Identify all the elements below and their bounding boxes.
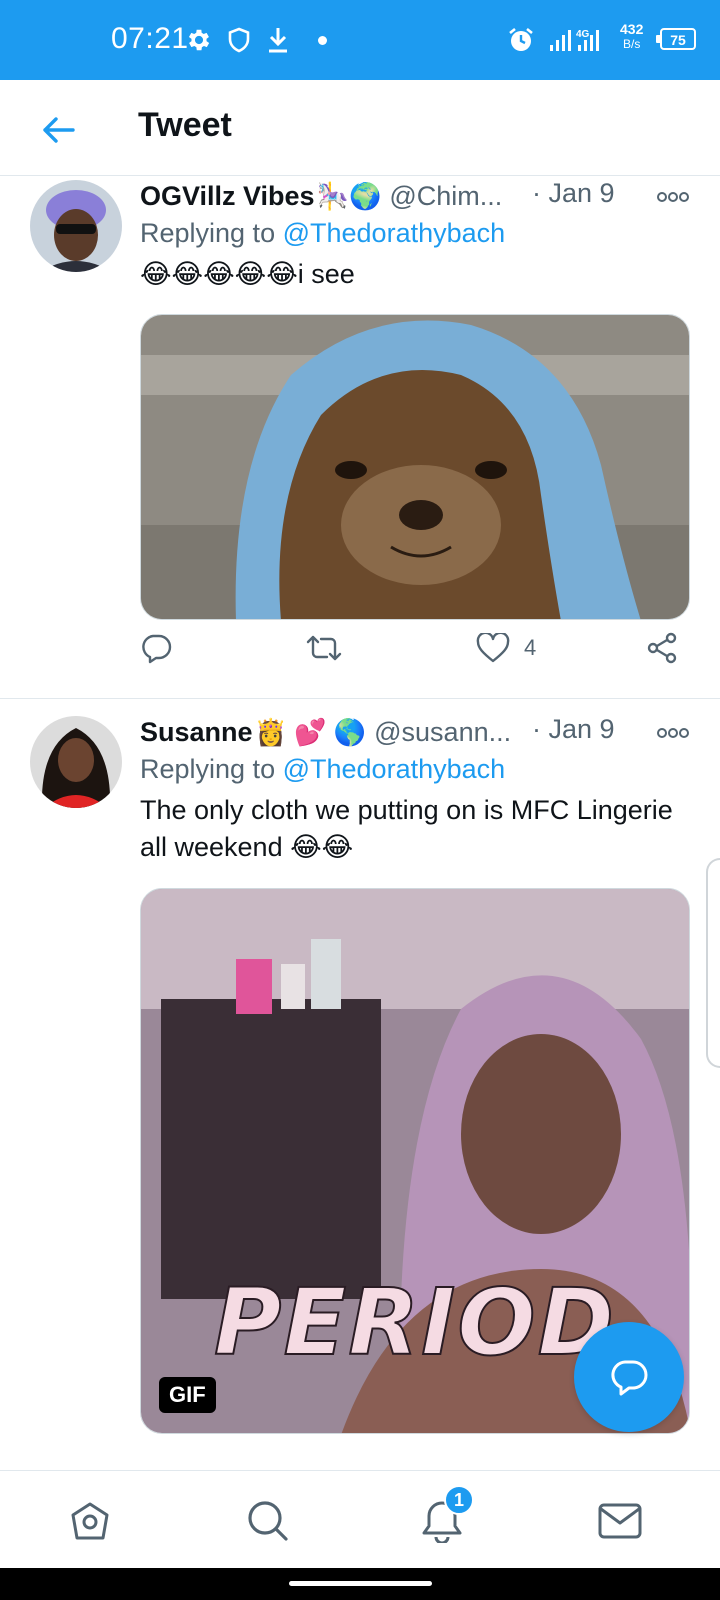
user-handle: @susann... [374,716,512,747]
user-handle: @Chim... [389,180,503,211]
compose-reply-button[interactable] [574,1322,684,1432]
name-emoji: 👸 💕 🌎 [254,716,367,747]
reply-tweet[interactable]: OGVillz Vibes 🎠🌍 @Chim... · Jan 9 Replyi… [0,176,720,688]
edge-panel-handle[interactable] [706,858,720,1068]
replying-to-label: Replying to [140,754,276,784]
name-emoji: 🎠🌍 [316,180,382,211]
more-options-icon[interactable] [656,190,690,204]
battery-indicator: 75 [656,28,696,50]
tweet-text: 😂😂😂😂😂i see [140,259,355,289]
bottom-navigation: 1 [0,1470,720,1568]
download-icon [263,24,293,56]
home-gesture-pill[interactable] [289,1581,432,1586]
notifications-icon[interactable]: 1 [414,1485,474,1549]
alarm-icon [506,24,536,56]
tweet-image[interactable] [140,314,690,620]
notification-dot [318,36,327,45]
signal-icon: 4G [548,24,608,56]
replying-to: Replying to @Thedorathybach [140,754,505,785]
arrow-left-icon[interactable] [38,110,78,150]
top-app-bar: Tweet [0,80,720,176]
share-icon[interactable] [646,628,678,668]
replying-to: Replying to @Thedorathybach [140,218,505,249]
display-name[interactable]: Susanne [140,717,253,748]
shield-icon [224,24,254,56]
display-name[interactable]: OGVillz Vibes [140,181,315,212]
search-icon[interactable] [240,1493,296,1549]
status-bar: 07:21 4G 432 B/s 75 [0,0,720,80]
home-icon[interactable] [62,1493,118,1549]
network-type-text: 4G [576,29,590,40]
avatar[interactable] [30,716,122,808]
replying-to-label: Replying to [140,218,276,248]
network-speed-value: 432 [620,21,644,37]
status-time: 07:21 [111,22,189,55]
more-options-icon[interactable] [656,726,690,740]
tweet-header: OGVillz Vibes 🎠🌍 @Chim... [140,178,502,214]
settings-icon [184,24,214,56]
system-gesture-bar [0,1568,720,1600]
like-count: 4 [524,635,537,660]
retweet-icon[interactable] [306,628,342,668]
tweet-date: · Jan 9 [532,178,615,208]
tweet-date: · Jan 9 [532,714,615,744]
avatar[interactable] [30,180,122,272]
tweet-divider [0,698,720,699]
mention-link[interactable]: @Thedorathybach [283,754,506,784]
compose-reply-icon [611,1360,648,1396]
network-speed-unit: B/s [623,37,641,51]
like-button[interactable]: 4 [476,628,536,668]
tweet-text: The only cloth we putting on is MFC Ling… [140,795,673,862]
page-title: Tweet [138,106,232,144]
notification-badge: 1 [444,1485,474,1515]
messages-icon[interactable] [592,1493,648,1549]
tweet-header: Susanne 👸 💕 🌎 @susann... [140,714,511,750]
gif-badge: GIF [159,1377,216,1413]
mention-link[interactable]: @Thedorathybach [283,218,506,248]
tweet-actions: 4 [140,628,700,668]
network-speed: 432 B/s [620,22,643,52]
reply-icon[interactable] [140,628,172,668]
